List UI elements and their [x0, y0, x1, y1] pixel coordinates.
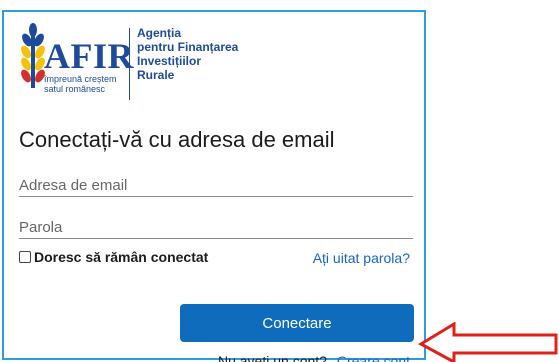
forgot-password-link[interactable]: Ați uitat parola? — [313, 250, 410, 266]
password-input[interactable] — [19, 216, 413, 238]
login-card: AFIR împreună creștem satul românesc Age… — [2, 10, 426, 362]
page-title: Conectați-vă cu adresa de email — [19, 127, 335, 152]
red-arrow-icon — [418, 322, 558, 362]
logo-agency-name: Agenția pentru Finanțarea Investițiilor … — [137, 26, 238, 82]
logo-tagline-line-2: satul românesc — [44, 84, 106, 94]
no-account-text: Nu aveți un cont? — [217, 353, 327, 362]
agency-line-1: Agenția — [137, 26, 182, 40]
email-input[interactable] — [19, 174, 413, 196]
agency-line-3: Investițiilor — [137, 54, 202, 68]
password-field — [19, 216, 413, 239]
remember-checkbox[interactable] — [19, 251, 31, 263]
login-page: AFIR împreună creștem satul românesc Age… — [0, 0, 559, 362]
agency-line-4: Rurale — [137, 68, 175, 82]
remember-me[interactable]: Doresc să rămân conectat — [19, 246, 208, 268]
logo-tagline: împreună creștem satul românesc — [44, 74, 117, 94]
signup-row: Nu aveți un cont? Creare cont — [218, 353, 410, 362]
logo-tagline-line-1: împreună creștem — [44, 74, 117, 84]
logo-divider — [129, 28, 130, 100]
create-account-link[interactable]: Creare cont — [337, 353, 410, 362]
email-field — [19, 174, 413, 197]
remember-label: Doresc să rămân conectat — [34, 249, 209, 265]
logo-wordmark: AFIR — [44, 36, 134, 76]
afir-logo: AFIR împreună creștem satul românesc Age… — [18, 22, 278, 112]
agency-line-2: pentru Finanțarea — [137, 40, 239, 54]
sign-in-button[interactable]: Conectare — [180, 304, 414, 342]
